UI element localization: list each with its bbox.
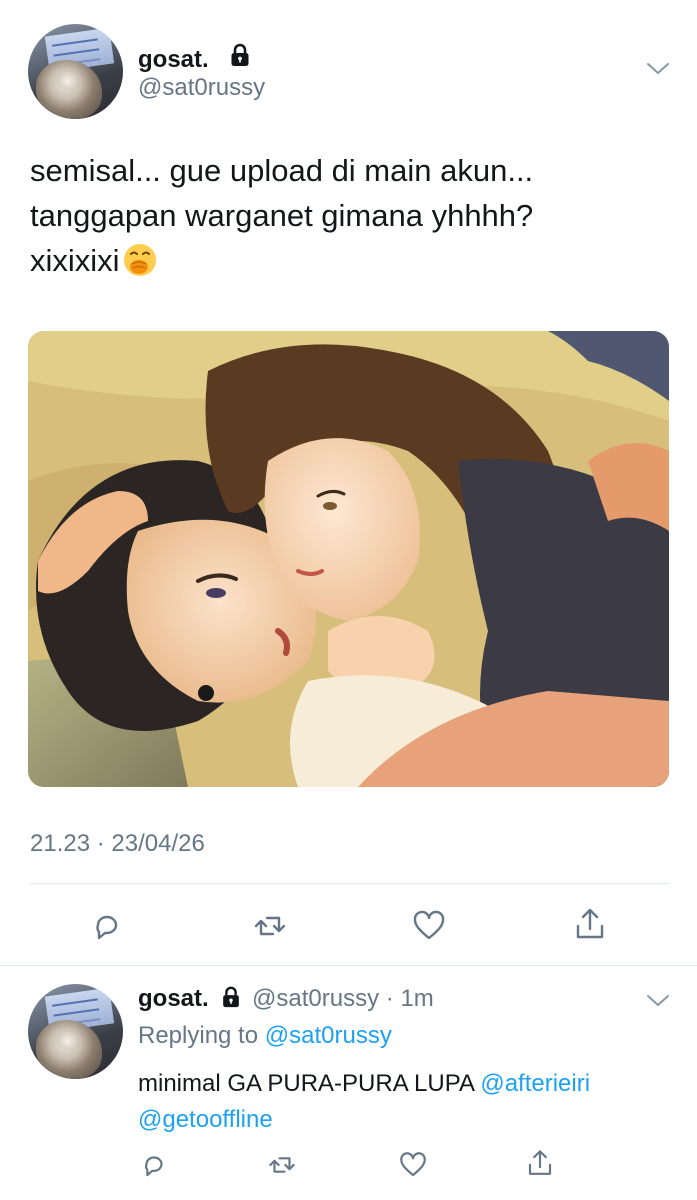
retweet-button[interactable] — [250, 906, 290, 946]
face-with-hand-over-mouth-icon — [123, 244, 156, 276]
chevron-down-icon[interactable] — [646, 994, 670, 1008]
reply-meta: gosat. @sat0russy · 1m — [138, 985, 434, 1013]
retweet-icon — [254, 916, 286, 936]
mention-link[interactable]: @afterieiri — [480, 1070, 590, 1097]
lock-icon — [223, 986, 240, 1008]
like-button[interactable] — [396, 1148, 430, 1182]
share-icon — [528, 1150, 552, 1175]
share-button[interactable] — [523, 1146, 557, 1180]
reply-button[interactable] — [137, 1148, 171, 1182]
reply-handle[interactable]: @sat0russy — [252, 985, 379, 1012]
like-button[interactable] — [409, 906, 449, 946]
reply-text: minimal GA PURA-PURA LUPA @afterieiri @g… — [138, 1066, 678, 1138]
reply-display-name[interactable]: gosat. — [138, 985, 209, 1012]
retweet-icon — [269, 1157, 295, 1173]
mention-link[interactable]: @getooffline — [138, 1106, 273, 1133]
avatar[interactable] — [28, 24, 123, 119]
tweet-timestamp[interactable]: 21.23 · 23/04/26 — [30, 830, 205, 858]
media-image[interactable] — [28, 331, 669, 787]
illustration — [28, 331, 669, 787]
reply-icon — [96, 915, 118, 940]
replying-to-handle[interactable]: @sat0russy — [265, 1022, 392, 1049]
display-name[interactable]: gosat. — [138, 46, 209, 74]
user-handle[interactable]: @sat0russy — [138, 74, 265, 102]
retweet-button[interactable] — [265, 1148, 299, 1182]
share-icon — [576, 908, 604, 939]
tweet-text-line-3-text: xixixixi — [30, 243, 120, 278]
reply-time[interactable]: · 1m — [386, 985, 434, 1012]
share-button[interactable] — [570, 904, 610, 944]
reply-text-body: minimal GA PURA-PURA LUPA — [138, 1070, 481, 1097]
lock-icon — [231, 43, 249, 66]
tweet-text-line-1: semisal... gue upload di main akun... — [30, 153, 534, 188]
replying-to: Replying to @sat0russy — [138, 1022, 392, 1050]
reply-icon — [145, 1156, 163, 1177]
tweet-text-line-3: xixixixi — [30, 238, 670, 283]
replying-to-label: Replying to — [138, 1022, 265, 1049]
divider — [30, 883, 669, 884]
reply-button[interactable] — [87, 906, 127, 946]
tweet-text: semisal... gue upload di main akun... ta… — [30, 148, 670, 283]
tweet-text-line-2: tanggapan warganet gimana yhhhh? — [30, 198, 534, 233]
like-icon — [400, 1152, 426, 1177]
reply-avatar[interactable] — [28, 984, 123, 1079]
like-icon — [413, 910, 445, 940]
main-tweet: gosat. @sat0russy semisal... gue upload … — [0, 0, 697, 965]
chevron-down-icon[interactable] — [646, 62, 670, 76]
thread-divider — [0, 965, 697, 966]
